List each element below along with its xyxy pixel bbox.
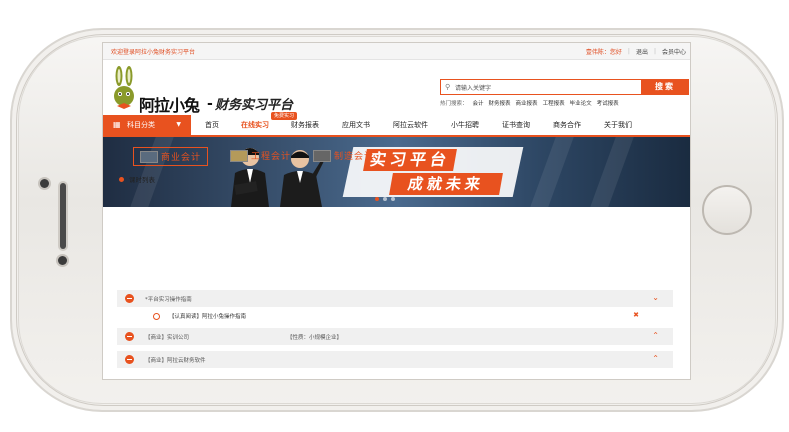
collapse-icon bbox=[125, 332, 134, 341]
carousel-dots bbox=[375, 197, 395, 201]
hot-word[interactable]: 会计 bbox=[473, 99, 484, 107]
top-links: 壹伟陈：您好 | 退出 | 会员中心 bbox=[586, 47, 686, 56]
main-nav: ▦ 科目分类 ▼ 首页 在线实习 财务报表 应用文书 阿拉云软件 小牛招聘 证书… bbox=[103, 112, 690, 137]
tab-label: 制造会计 bbox=[334, 152, 375, 162]
banner-headline: 实习平台 bbox=[363, 149, 457, 171]
brand-slogan: 财务实习平台 bbox=[215, 98, 294, 113]
phone-screen: 欢迎登录阿拉小兔财务实习平台 壹伟陈：您好 | 退出 | 会员中心 阿拉小兔 -… bbox=[102, 42, 691, 380]
nav-item-cloud-software[interactable]: 阿拉云软件 bbox=[393, 115, 451, 135]
free-badge: 免费实习 bbox=[271, 112, 298, 120]
collapse-icon bbox=[125, 294, 134, 303]
lesson-sub-item[interactable]: 【认真阅读】阿拉小兔操作指南 ✖ bbox=[117, 309, 673, 323]
welcome-text: 欢迎登录阿拉小兔财务实习平台 bbox=[111, 49, 196, 56]
tab-label: 工程会计 bbox=[251, 152, 292, 162]
divider: | bbox=[653, 48, 656, 55]
hot-word[interactable]: 商业报表 bbox=[516, 99, 538, 107]
banner-subheadline: 成就未来 bbox=[389, 173, 503, 195]
divider: | bbox=[627, 48, 630, 55]
hot-word[interactable]: 考试报表 bbox=[597, 99, 619, 107]
search-placeholder: 请输入关键字 bbox=[455, 85, 492, 92]
tab-engineering-accounting[interactable]: 工程会计 bbox=[230, 147, 291, 164]
lesson-row[interactable]: 【商业】实训公司 【性质：小规模企业】 ⌃ bbox=[117, 328, 673, 345]
site-logo[interactable]: 阿拉小兔 - 财务实习平台 bbox=[111, 66, 301, 115]
tab-manufacturing-accounting[interactable]: 制造会计 bbox=[313, 147, 374, 164]
speaker-grille bbox=[60, 183, 66, 249]
nav-item-recruitment[interactable]: 小牛招聘 bbox=[451, 115, 502, 135]
hot-word[interactable]: 财务报表 bbox=[489, 99, 511, 107]
lesson-name: 【商业】阿拉云财务软件 bbox=[145, 358, 206, 364]
sensor-icon bbox=[58, 256, 67, 265]
search-input[interactable]: ⚲ 请输入关键字 bbox=[440, 79, 642, 95]
member-center-link[interactable]: 会员中心 bbox=[662, 47, 686, 56]
category-label: 科目分类 bbox=[127, 121, 155, 129]
tab-business-accounting[interactable]: 商业会计 bbox=[133, 147, 209, 166]
carousel-dot[interactable] bbox=[391, 197, 395, 201]
accounting-tabs: 商业会计 工程会计 制造会计 bbox=[133, 147, 374, 166]
nav-item-financial-reports[interactable]: 财务报表 bbox=[291, 115, 342, 135]
business-icon bbox=[140, 150, 158, 163]
header: 阿拉小兔 - 财务实习平台 ⚲ 请输入关键字 搜索 热门搜索： 会计 财务报表 … bbox=[103, 60, 690, 115]
engineering-icon bbox=[230, 149, 249, 162]
chevron-up-icon[interactable]: ⌃ bbox=[652, 354, 659, 363]
search-area: ⚲ 请输入关键字 搜索 bbox=[440, 79, 690, 95]
list-title-text: 课时列表 bbox=[129, 176, 155, 184]
chevron-down-icon[interactable]: ⌄ bbox=[652, 293, 659, 302]
nav-item-home[interactable]: 首页 bbox=[205, 115, 241, 135]
lesson-property: 【性质：小规模企业】 bbox=[287, 335, 343, 341]
collapse-icon bbox=[125, 355, 134, 364]
tab-label: 商业会计 bbox=[161, 153, 202, 163]
brand-name: 阿拉小兔 bbox=[139, 96, 200, 115]
top-bar: 欢迎登录阿拉小兔财务实习平台 壹伟陈：您好 | 退出 | 会员中心 bbox=[103, 43, 690, 60]
logout-link[interactable]: 退出 bbox=[636, 47, 648, 56]
hot-search-label: 热门搜索： bbox=[440, 101, 468, 107]
circle-icon bbox=[153, 313, 160, 320]
search-icon: ⚲ bbox=[445, 83, 451, 91]
carousel-dot[interactable] bbox=[375, 197, 379, 201]
banner-streak bbox=[530, 137, 574, 207]
hot-word[interactable]: 毕业论文 bbox=[570, 99, 592, 107]
nav-item-certificate[interactable]: 证书查询 bbox=[502, 115, 553, 135]
carousel-dot[interactable] bbox=[383, 197, 387, 201]
user-greeting[interactable]: 壹伟陈：您好 bbox=[586, 47, 622, 56]
chevron-up-icon[interactable]: ⌃ bbox=[652, 331, 659, 340]
lesson-name: 【商业】实训公司 bbox=[145, 335, 190, 341]
manufacturing-icon bbox=[313, 149, 332, 162]
grid-icon: ▦ bbox=[113, 120, 121, 129]
lesson-row[interactable]: 【商业】阿拉云财务软件 ⌃ bbox=[117, 351, 673, 368]
front-camera-icon bbox=[40, 179, 49, 188]
lesson-list-title: 课时列表 bbox=[119, 174, 155, 184]
lesson-name: *平台实习操作指南 bbox=[145, 297, 192, 303]
brand-dash: - bbox=[207, 96, 213, 112]
search-button[interactable]: 搜索 bbox=[641, 79, 689, 95]
home-button[interactable] bbox=[702, 185, 752, 235]
banner-streak bbox=[590, 137, 634, 207]
sub-item-text: 【认真阅读】阿拉小兔操作指南 bbox=[169, 314, 247, 320]
expand-icon[interactable]: ✖ bbox=[633, 311, 639, 319]
nav-item-about[interactable]: 关于我们 bbox=[604, 115, 648, 135]
lesson-row[interactable]: *平台实习操作指南 ⌄ bbox=[117, 290, 673, 307]
hot-search: 热门搜索： 会计 财务报表 商业报表 工程报表 毕业论文 考试报表 bbox=[440, 99, 619, 107]
category-dropdown[interactable]: ▦ 科目分类 ▼ bbox=[103, 115, 191, 135]
rabbit-logo-icon bbox=[114, 66, 134, 109]
bullet-icon bbox=[119, 176, 124, 182]
hot-word[interactable]: 工程报表 bbox=[543, 99, 565, 107]
chevron-down-icon: ▼ bbox=[176, 121, 181, 128]
nav-item-documents[interactable]: 应用文书 bbox=[342, 115, 393, 135]
nav-item-cooperation[interactable]: 商务合作 bbox=[553, 115, 604, 135]
